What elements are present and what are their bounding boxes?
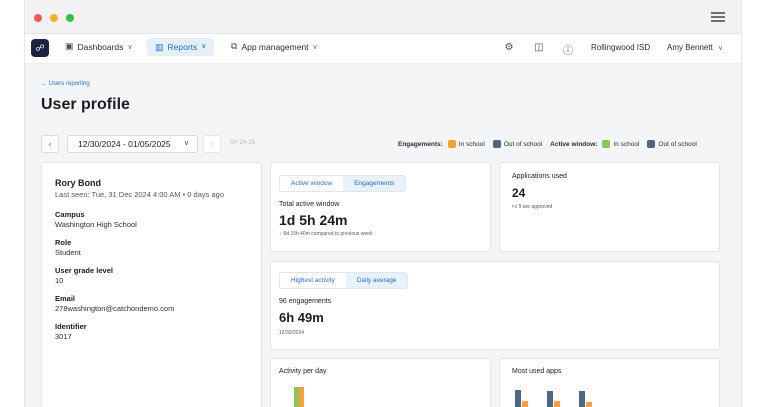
bar-chart-icon: ▥ xyxy=(155,42,164,52)
nav-app-management-label: App management xyxy=(241,41,309,52)
school-year-label: SY 24-25 xyxy=(230,140,255,146)
app-bar-out-school xyxy=(579,391,585,407)
window-titlebar xyxy=(25,0,741,34)
settings-gear-icon[interactable]: ⚙ xyxy=(503,42,515,53)
engagement-date: 12/30/2024 xyxy=(279,330,305,336)
role-label: Role xyxy=(55,238,72,247)
activity-per-day-card: Activity per day xyxy=(270,358,491,407)
maximize-window-button[interactable] xyxy=(66,14,74,22)
chevron-down-icon: ∨ xyxy=(183,140,189,147)
last-seen-text: Last seen: Tue, 31 Dec 2024 4:00 AM • 0 … xyxy=(55,190,224,199)
activity-bar-engagement-in-school xyxy=(299,387,304,407)
legend-text: Out of school xyxy=(503,140,543,148)
legend-active-in-school: In school xyxy=(602,140,639,148)
role-value: Student xyxy=(55,248,81,257)
active-window-card: Active window Engagements Total active w… xyxy=(270,162,491,252)
identifier-value: 3017 xyxy=(55,332,72,341)
active-window-legend-label: Active window: xyxy=(550,140,598,148)
user-full-name: Rory Bond xyxy=(55,178,101,188)
date-range-select[interactable]: 12/30/2024 - 01/05/2025 ∨ xyxy=(67,135,198,153)
nav-dashboards[interactable]: ▣ Dashboards ∨ xyxy=(65,41,132,52)
app-bar-out-school xyxy=(515,390,521,407)
campus-value: Washington High School xyxy=(55,220,137,229)
approved-apps-text: 👍︎ 9 are approved xyxy=(512,204,707,210)
chevron-down-icon: ∨ xyxy=(718,45,724,52)
approved-count-text: 9 are approved xyxy=(518,204,553,210)
legend-swatch xyxy=(492,140,501,148)
app-window: ☍ ▣ Dashboards ∨ ▥ Reports ∨ ⧉ App manag… xyxy=(24,0,742,407)
user-menu[interactable]: Amy Bennett ∨ xyxy=(667,43,723,52)
total-active-window-label: Total active window xyxy=(279,201,340,208)
app-bar-in-school xyxy=(586,402,592,407)
active-window-tabs: Active window Engagements xyxy=(279,175,407,192)
engagement-tabs: Highest activity Daily average xyxy=(279,272,409,289)
tab-daily-average[interactable]: Daily average xyxy=(345,273,408,288)
engagement-duration: 6h 49m xyxy=(279,310,324,325)
most-used-apps-card: Most used apps xyxy=(499,358,720,407)
user-profile-card: Rory Bond Last seen: Tue, 31 Dec 2024 4:… xyxy=(41,162,262,407)
legend-text: In school xyxy=(458,140,485,148)
identifier-label: Identifier xyxy=(55,322,87,331)
app-management-icon: ⧉ xyxy=(231,41,238,51)
dashboard-icon: ▣ xyxy=(65,41,74,51)
grade-level-label: User grade level xyxy=(55,266,113,275)
previous-week-button[interactable]: ‹ xyxy=(41,135,59,153)
email-label: Email xyxy=(55,294,76,303)
book-icon[interactable]: ◫ xyxy=(533,42,545,53)
email-value: 278washington@catchondemo.com xyxy=(55,304,175,313)
nav-reports-label: Reports xyxy=(167,42,198,52)
activity-per-day-title: Activity per day xyxy=(279,368,327,375)
app-bar-in-school xyxy=(522,401,528,407)
applications-used-label: Applications used xyxy=(512,173,567,180)
chevron-down-icon: ∨ xyxy=(201,43,207,50)
engagements-legend-label: Engagements: xyxy=(398,140,443,148)
chart-legend: Engagements: In school Out of school Act… xyxy=(398,140,697,148)
most-used-apps-title: Most used apps xyxy=(512,368,562,375)
legend-swatch xyxy=(602,140,611,148)
organization-name[interactable]: Rollingwood ISD xyxy=(591,43,650,52)
tab-active-window[interactable]: Active window xyxy=(280,176,344,191)
top-navbar: ☍ ▣ Dashboards ∨ ▥ Reports ∨ ⧉ App manag… xyxy=(25,34,741,64)
next-week-button[interactable]: › xyxy=(203,135,221,153)
legend-text: In school xyxy=(613,140,640,148)
legend-swatch xyxy=(647,140,656,148)
tab-engagements[interactable]: Engagements xyxy=(343,176,406,191)
hamburger-menu-icon[interactable] xyxy=(711,12,725,22)
chevron-down-icon: ∨ xyxy=(312,43,318,51)
total-active-window-value: 1d 5h 24m xyxy=(279,212,348,228)
close-window-button[interactable] xyxy=(34,14,42,22)
help-icon[interactable]: ⓘ xyxy=(562,42,574,57)
app-bar-out-school xyxy=(547,391,553,407)
nav-app-management[interactable]: ⧉ App management ∨ xyxy=(231,41,318,52)
tab-highest-activity[interactable]: Highest activity xyxy=(280,273,346,288)
engagement-count: 96 engagements xyxy=(279,298,332,305)
user-name: Amy Bennett xyxy=(667,43,713,52)
engagement-card: Highest activity Daily average 96 engage… xyxy=(270,261,720,350)
main-content: ← Users reporting User profile ‹ 12/30/2… xyxy=(25,64,741,407)
comparison-text: 6d 15h 40m compared to previous week xyxy=(283,231,373,237)
minimize-window-button[interactable] xyxy=(50,14,58,22)
legend-engagement-out-school: Out of school xyxy=(492,140,543,148)
applications-used-count: 24 xyxy=(512,186,526,200)
campus-label: Campus xyxy=(55,210,85,219)
arrow-down-icon: ↓ xyxy=(279,231,282,237)
previous-week-comparison: ↓ 6d 15h 40m compared to previous week xyxy=(279,231,482,237)
legend-engagement-in-school: In school xyxy=(447,140,485,148)
app-logo[interactable]: ☍ xyxy=(31,39,49,57)
thumbs-up-icon: 👍︎ xyxy=(512,204,518,210)
legend-active-out-school: Out of school xyxy=(647,140,697,148)
chevron-down-icon: ∨ xyxy=(127,43,133,51)
legend-text: Out of school xyxy=(658,140,697,148)
nav-reports[interactable]: ▥ Reports ∨ xyxy=(147,38,215,56)
legend-swatch xyxy=(447,140,456,148)
back-to-users-reporting-link[interactable]: ← Users reporting xyxy=(41,81,90,87)
applications-used-card: Applications used 24 👍︎ 9 are approved xyxy=(499,162,720,252)
grade-level-value: 10 xyxy=(55,276,64,285)
page-title: User profile xyxy=(41,96,130,113)
app-bar-in-school xyxy=(554,401,560,407)
nav-dashboards-label: Dashboards xyxy=(77,41,124,52)
date-range-value: 12/30/2024 - 01/05/2025 xyxy=(78,139,171,149)
